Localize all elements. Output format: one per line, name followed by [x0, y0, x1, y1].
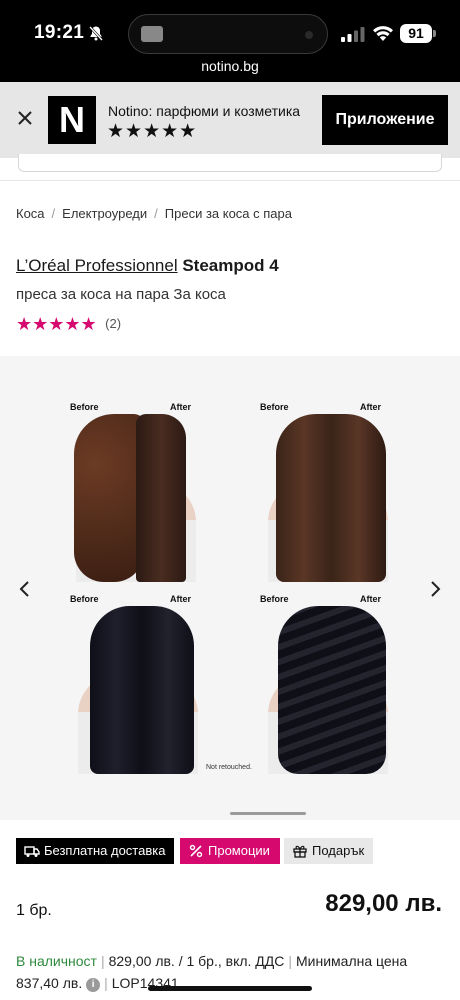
comparison-dark-waves: Before After: [70, 594, 210, 774]
gift-label: Подарък: [312, 843, 365, 858]
info-icon[interactable]: i: [86, 978, 101, 992]
close-icon: [18, 111, 32, 125]
island-indicator: [305, 31, 313, 39]
free-delivery-label: Безплатна доставка: [44, 843, 166, 858]
divider: |: [288, 953, 293, 969]
delivery-truck-icon: [24, 846, 40, 857]
status-time: 19:21: [34, 22, 85, 43]
after-label: After: [360, 402, 382, 412]
straight-hair-after: [136, 414, 186, 582]
free-delivery-badge[interactable]: Безплатна доставка: [16, 838, 174, 864]
product-rating[interactable]: ★★★★★ (2): [16, 314, 121, 335]
battery-cap: [433, 30, 436, 37]
chevron-left-icon: [19, 581, 29, 597]
comparison-dark-curls: Before After: [260, 594, 400, 774]
app-banner-title: Notino: парфюми и козметика: [108, 103, 301, 119]
notino-app-logo: N: [48, 96, 96, 144]
open-app-button[interactable]: Приложение: [322, 95, 448, 145]
product-name: Steampod 4: [182, 256, 279, 275]
search-input[interactable]: [18, 154, 442, 172]
breadcrumb-link-hair[interactable]: Коса: [16, 206, 45, 221]
comparison-curly-to-straight: Before After: [70, 402, 210, 582]
divider: |: [104, 975, 108, 991]
before-after-image: Before After Before After Before After B…: [60, 394, 400, 776]
breadcrumb-link-steam-straighteners[interactable]: Преси за коса с пара: [165, 206, 292, 221]
gift-badge[interactable]: Подарък: [284, 838, 373, 864]
wavy-hair-after: [276, 414, 386, 582]
home-indicator[interactable]: [148, 986, 312, 991]
after-label: After: [170, 402, 192, 412]
gallery-scroll-indicator: [230, 812, 306, 815]
status-bar: 19:21 91 notino.bg: [0, 0, 460, 82]
now-playing-thumbnail: [141, 26, 163, 42]
stock-status: В наличност: [16, 953, 97, 969]
wifi-icon: [373, 26, 393, 41]
dark-hair-after: [90, 606, 194, 774]
after-label: After: [170, 594, 192, 604]
comparison-straight-to-waves: Before After: [260, 402, 400, 582]
search-bar-peek: [0, 154, 460, 184]
gift-icon: [293, 845, 307, 858]
header-divider: [0, 180, 460, 181]
gallery-prev-button[interactable]: [14, 578, 36, 600]
rating-count: (2): [105, 316, 122, 331]
percent-icon: [189, 844, 203, 858]
unit-price: 829,00 лв. / 1 бр., вкл. ДДС: [108, 953, 285, 969]
promotions-label: Промоции: [208, 843, 270, 858]
brand-link[interactable]: L’Oréal Professionnel: [16, 256, 178, 275]
app-install-banner: N Notino: парфюми и козметика ★★★★★ Прил…: [0, 82, 460, 158]
address-bar-url[interactable]: notino.bg: [0, 58, 460, 74]
close-banner-icon[interactable]: [15, 108, 35, 128]
rating-stars-icon: ★★★★★: [16, 314, 97, 334]
breadcrumb: Коса / Електроуреди / Преси за коса с пара: [16, 206, 292, 221]
breadcrumb-separator: /: [51, 206, 56, 221]
product-title: L’Oréal Professionnel Steampod 4: [16, 256, 279, 276]
product-price: 829,00 лв.: [325, 890, 442, 917]
breadcrumb-separator: /: [154, 206, 158, 221]
before-label: Before: [260, 594, 289, 604]
cellular-signal-icon: [341, 27, 365, 42]
before-label: Before: [70, 402, 99, 412]
battery-indicator: 91: [400, 24, 432, 43]
app-rating-stars: ★★★★★: [107, 121, 198, 142]
dynamic-island[interactable]: [128, 14, 328, 54]
before-label: Before: [70, 594, 99, 604]
product-subtitle: преса за коса на пара За коса: [16, 286, 226, 303]
product-image-gallery[interactable]: Before After Before After Before After B…: [0, 356, 460, 820]
quantity-selector[interactable]: 1 бр.: [16, 902, 52, 920]
curly-hair-before: [74, 414, 144, 582]
breadcrumb-link-appliances[interactable]: Електроуреди: [62, 206, 147, 221]
before-label: Before: [260, 402, 289, 412]
chevron-right-icon: [431, 581, 441, 597]
dark-curls-after: [278, 606, 386, 774]
not-retouched-note: Not retouched.: [206, 764, 252, 771]
gallery-next-button[interactable]: [424, 578, 446, 600]
muted-bell-icon: [89, 26, 103, 41]
divider: |: [100, 953, 105, 969]
after-label: After: [360, 594, 382, 604]
promotions-badge[interactable]: Промоции: [180, 838, 280, 864]
